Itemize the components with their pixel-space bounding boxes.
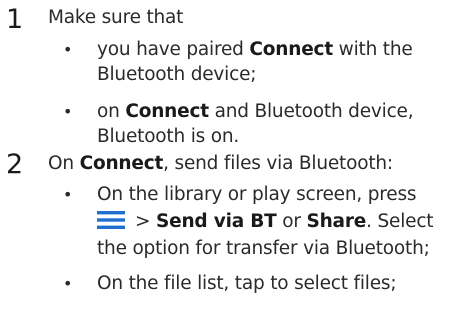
text-segment: On the library or play screen, press <box>97 184 417 205</box>
product-name: Connect <box>249 39 333 60</box>
text-segment: or <box>276 211 307 232</box>
text-segment: > <box>135 211 156 232</box>
text-segment: you have paired <box>97 39 250 60</box>
step-2-number: 2 <box>6 149 24 180</box>
text-segment: . Select <box>366 211 434 232</box>
step-2-bullet-1-line-2: > Send via BT or Share. Select <box>97 210 434 234</box>
step-1-bullet-2-line-2: Bluetooth is on. <box>97 125 239 149</box>
step-1-bullet-1-line-2: Bluetooth device; <box>97 63 256 87</box>
menu-option-share: Share <box>306 211 367 232</box>
instruction-document: 1 Make sure that • you have paired Conne… <box>0 0 449 309</box>
product-name: Connect <box>79 153 164 174</box>
bullet-marker: • <box>63 102 73 121</box>
text-segment: the option for transfer via Bluetooth; <box>97 238 430 259</box>
text-segment: On the file list, tap to select files; <box>97 273 397 294</box>
step-2-bullet-1-line-1: On the library or play screen, press <box>97 183 417 207</box>
step-1-bullet-1-line-1: you have paired Connect with the <box>97 38 413 62</box>
text-segment: , send files via Bluetooth: <box>163 153 393 174</box>
text-segment: Bluetooth device; <box>97 64 257 85</box>
bullet-marker: • <box>63 185 73 204</box>
product-name: Connect <box>125 101 209 122</box>
step-2-bullet-2-line-1: On the file list, tap to select files; <box>97 272 397 296</box>
text-segment: with the <box>332 39 413 60</box>
text-segment: and Bluetooth device, <box>208 101 414 122</box>
text-segment: On <box>48 153 80 174</box>
step-1-number: 1 <box>6 4 24 35</box>
menu-option-send-via-bt: Send via BT <box>155 211 277 232</box>
bullet-marker: • <box>63 274 73 293</box>
text-segment: on <box>97 101 126 122</box>
menu-icon <box>97 211 125 229</box>
bullet-marker: • <box>63 40 73 59</box>
step-2-bullet-1-line-3: the option for transfer via Bluetooth; <box>97 237 430 261</box>
step-2-text: On Connect, send files via Bluetooth: <box>48 152 393 176</box>
step-1-text: Make sure that <box>48 7 184 28</box>
step-1-bullet-2-line-1: on Connect and Bluetooth device, <box>97 100 414 124</box>
text-segment: Bluetooth is on. <box>97 126 240 147</box>
